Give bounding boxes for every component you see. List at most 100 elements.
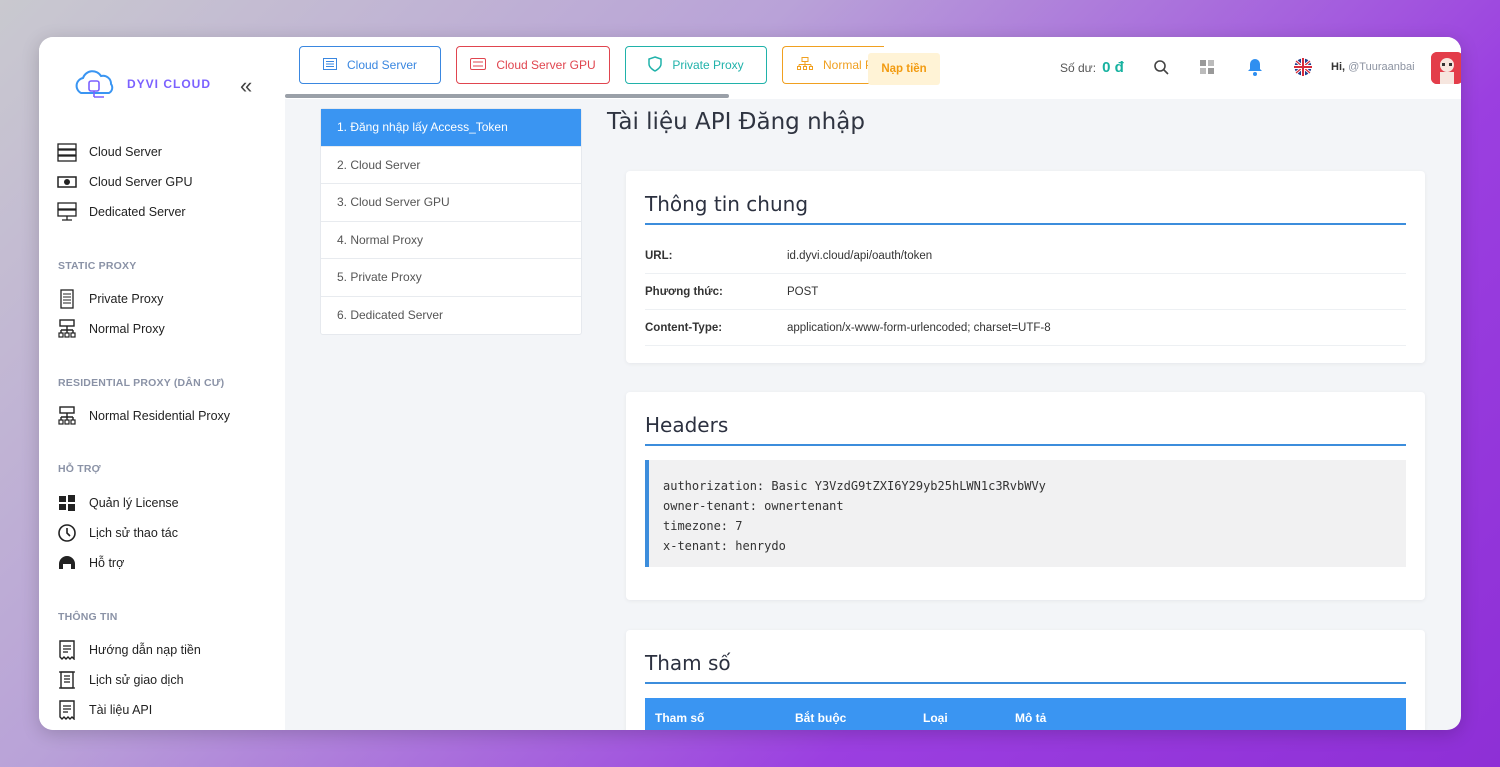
api-menu-item-dedicated-server[interactable]: 6. Dedicated Server [321,297,581,335]
avatar[interactable] [1431,52,1461,84]
network-tree-icon [57,319,77,339]
balance: Số dư: 0 đ [1060,59,1124,76]
info-value: application/x-www-form-urlencoded; chars… [787,321,1051,334]
network-icon [797,56,813,74]
api-menu-item-private-proxy[interactable]: 5. Private Proxy [321,259,581,297]
api-menu-item-cloud-server[interactable]: 2. Cloud Server [321,147,581,184]
sidebar-item-label: Tài liệu API [89,703,153,717]
app-window: DYVI CLOUD « Cloud Server Cloud Server G… [39,37,1461,730]
tab-label: Normal P [823,58,874,72]
sidebar-item-label: Normal Residential Proxy [89,409,231,423]
bell-icon[interactable] [1245,57,1265,77]
info-row-url: URL: id.dyvi.cloud/api/oauth/token [645,238,1406,274]
dedicated-server-icon [57,202,77,222]
headers-card: Headers authorization: Basic Y3VzdG9tZXI… [626,392,1425,600]
sidebar-item-license[interactable]: Quản lý License [57,493,179,513]
sidebar-item-dedicated-server[interactable]: Dedicated Server [57,202,186,222]
brand-logo[interactable]: DYVI CLOUD [69,69,211,99]
top-bar: Cloud Server Cloud Server GPU Private Pr… [285,37,1461,99]
balance-label: Số dư: [1060,61,1097,75]
info-key: Content-Type: [645,321,723,334]
section-title-residential-proxy: RESIDENTIAL PROXY (DÂN CƯ) [58,377,225,389]
info-row-method: Phương thức: POST [645,274,1406,310]
topup-button[interactable]: Nạp tiền [868,53,940,85]
user-greeting[interactable]: Hi, @Tuuraanbai [1331,61,1415,73]
scroll-icon [57,670,77,690]
shield-icon [648,55,663,75]
sidebar-item-label: Lịch sử thao tác [89,526,178,540]
card-title: Headers [645,413,729,437]
tab-label: Cloud Server [346,58,418,72]
api-menu-item-login[interactable]: 1. Đăng nhập lấy Access_Token [321,109,581,147]
sidebar-item-label: Hỗ trợ [89,556,125,570]
collapse-sidebar-icon[interactable]: « [240,73,252,99]
sidebar-item-label: Dedicated Server [89,205,186,219]
info-row-content-type: Content-Type: application/x-www-form-url… [645,310,1406,346]
gpu-card-icon [470,57,487,73]
page-title: Tài liệu API Đăng nhập [607,109,865,135]
gpu-card-icon [57,172,77,192]
username: @Tuuraanbai [1348,61,1415,73]
params-card: Tham số Tham số Bắt buộc Loại Mô tả [626,630,1425,730]
greeting-prefix: Hi, [1331,61,1346,73]
sidebar-item-support[interactable]: Hỗ trợ [57,553,124,573]
column-header: Bắt buộc [795,711,847,725]
tab-label: Private Proxy [672,58,744,72]
receipt-icon [57,700,77,720]
sidebar-item-topup-guide[interactable]: Hướng dẫn nạp tiền [57,640,201,660]
headers-code-block[interactable]: authorization: Basic Y3VzdG9tZXI6Y29yb25… [645,460,1406,567]
column-header: Loại [923,711,948,725]
sidebar-item-normal-proxy[interactable]: Normal Proxy [57,319,165,339]
info-value: POST [787,285,819,298]
info-key: URL: [645,249,673,262]
params-table-header: Tham số Bắt buộc Loại Mô tả [645,698,1406,730]
column-header: Mô tả [1015,711,1047,725]
sidebar-item-private-proxy[interactable]: Private Proxy [57,289,163,309]
receipt-icon [57,640,77,660]
sidebar-item-label: Lịch sử giao dịch [89,673,184,687]
windows-icon [57,493,77,513]
list-icon [322,57,337,73]
api-docs-menu: 1. Đăng nhập lấy Access_Token 2. Cloud S… [320,108,582,335]
section-title-info: THÔNG TIN [58,611,118,623]
code-line: authorization: Basic Y3VzdG9tZXI6Y29yb25… [663,479,1046,493]
sidebar-item-cloud-server[interactable]: Cloud Server [57,142,162,162]
apps-grid-icon[interactable] [1197,57,1217,77]
code-line: owner-tenant: ownertenant [663,499,844,513]
card-title: Thông tin chung [645,192,809,216]
tabs-scrollbar[interactable] [285,94,729,98]
sidebar-item-label: Private Proxy [89,292,164,306]
sidebar-item-normal-residential-proxy[interactable]: Normal Residential Proxy [57,406,230,426]
tab-cloud-server[interactable]: Cloud Server [299,46,441,84]
tab-private-proxy[interactable]: Private Proxy [625,46,767,84]
brand-name: DYVI CLOUD [127,77,212,91]
info-value: id.dyvi.cloud/api/oauth/token [787,249,933,262]
document-server-icon [57,289,77,309]
sidebar-item-label: Normal Proxy [89,322,165,336]
history-icon [57,523,77,543]
api-menu-item-cloud-server-gpu[interactable]: 3. Cloud Server GPU [321,184,581,222]
sidebar-item-api-docs[interactable]: Tài liệu API [57,700,152,720]
section-title-static-proxy: STATIC PROXY [58,260,137,272]
sidebar-item-cloud-server-gpu[interactable]: Cloud Server GPU [57,172,193,192]
sidebar-item-label: Cloud Server [89,145,162,159]
tab-label: Cloud Server GPU [496,58,596,72]
code-line: x-tenant: henrydo [663,539,786,553]
column-header: Tham số [655,711,705,725]
sidebar-item-transactions[interactable]: Lịch sử giao dịch [57,670,184,690]
info-key: Phương thức: [645,285,723,298]
sidebar: DYVI CLOUD « Cloud Server Cloud Server G… [39,37,285,730]
sidebar-item-label: Hướng dẫn nạp tiền [89,643,201,657]
section-title-support: HỖ TRỢ [58,463,101,475]
sidebar-item-history[interactable]: Lịch sử thao tác [57,523,178,543]
title-underline [645,682,1406,684]
search-icon[interactable] [1151,57,1171,77]
title-underline [645,444,1406,446]
balance-value: 0 đ [1102,59,1124,76]
general-info-card: Thông tin chung URL: id.dyvi.cloud/api/o… [626,171,1425,363]
api-menu-item-normal-proxy[interactable]: 4. Normal Proxy [321,222,581,259]
headset-icon [57,553,77,573]
uk-flag-icon[interactable] [1293,57,1313,77]
tab-cloud-server-gpu[interactable]: Cloud Server GPU [456,46,610,84]
title-underline [645,223,1406,225]
